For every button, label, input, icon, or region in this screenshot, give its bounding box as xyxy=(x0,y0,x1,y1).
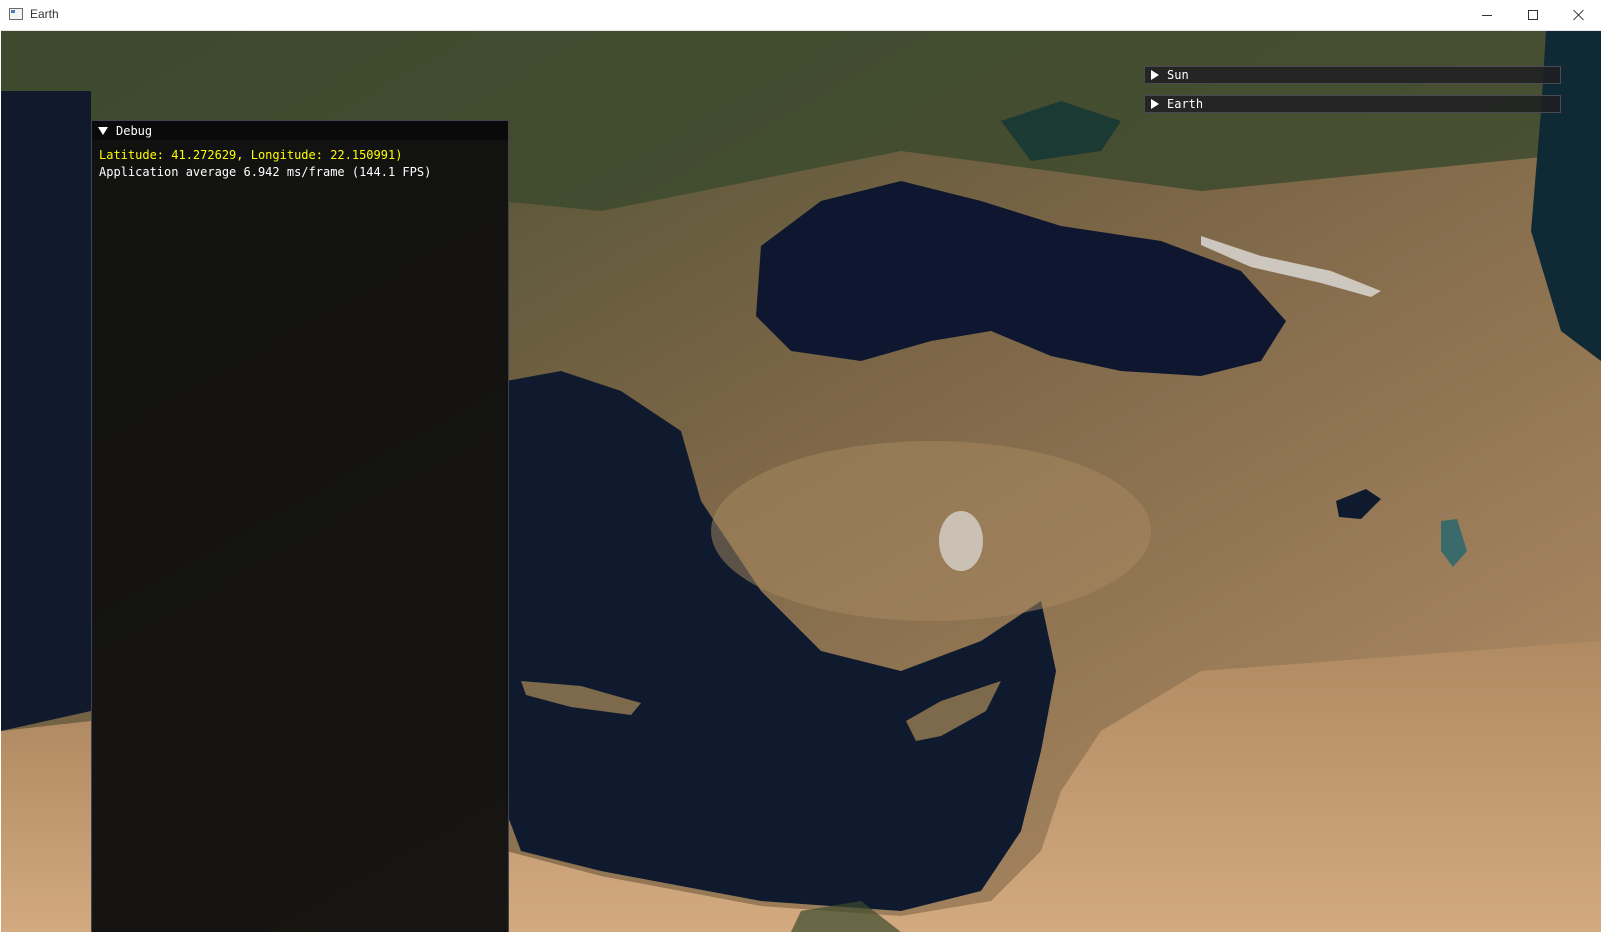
salt-lake xyxy=(939,511,983,571)
app-window-icon xyxy=(9,8,23,20)
collapse-arrow-icon[interactable] xyxy=(98,126,108,135)
earth-viewport[interactable]: Debug Latitude: 41.272629, Longitude: 22… xyxy=(1,31,1601,932)
earth-panel-label: Earth xyxy=(1167,97,1204,111)
sun-panel-label: Sun xyxy=(1167,68,1189,82)
minimize-button[interactable] xyxy=(1464,0,1510,30)
debug-window[interactable]: Debug Latitude: 41.272629, Longitude: 22… xyxy=(91,120,509,932)
window-title: Earth xyxy=(30,7,59,21)
app-window: Earth Debug Latitude: 41.272629, Longitu… xyxy=(0,0,1602,932)
coordinates-text: Latitude: 41.272629, Longitude: 22.15099… xyxy=(99,148,403,162)
close-icon xyxy=(1573,9,1585,21)
title-bar[interactable]: Earth xyxy=(0,0,1602,31)
earth-panel-header[interactable]: Earth xyxy=(1144,95,1561,113)
debug-title-bar[interactable]: Debug xyxy=(92,121,508,140)
maximize-button[interactable] xyxy=(1510,0,1556,30)
sun-panel-header[interactable]: Sun xyxy=(1144,66,1561,84)
minimize-icon xyxy=(1482,14,1492,16)
debug-body: Latitude: 41.272629, Longitude: 22.15099… xyxy=(92,140,508,188)
north-africa-desert xyxy=(1,721,91,932)
close-button[interactable] xyxy=(1556,0,1602,30)
anatolia-plateau xyxy=(711,441,1151,621)
western-sea xyxy=(1,91,91,731)
maximize-icon xyxy=(1528,10,1538,20)
debug-title: Debug xyxy=(116,123,153,138)
performance-text: Application average 6.942 ms/frame (144.… xyxy=(99,165,432,179)
expand-arrow-icon xyxy=(1151,99,1159,109)
expand-arrow-icon xyxy=(1151,70,1159,80)
